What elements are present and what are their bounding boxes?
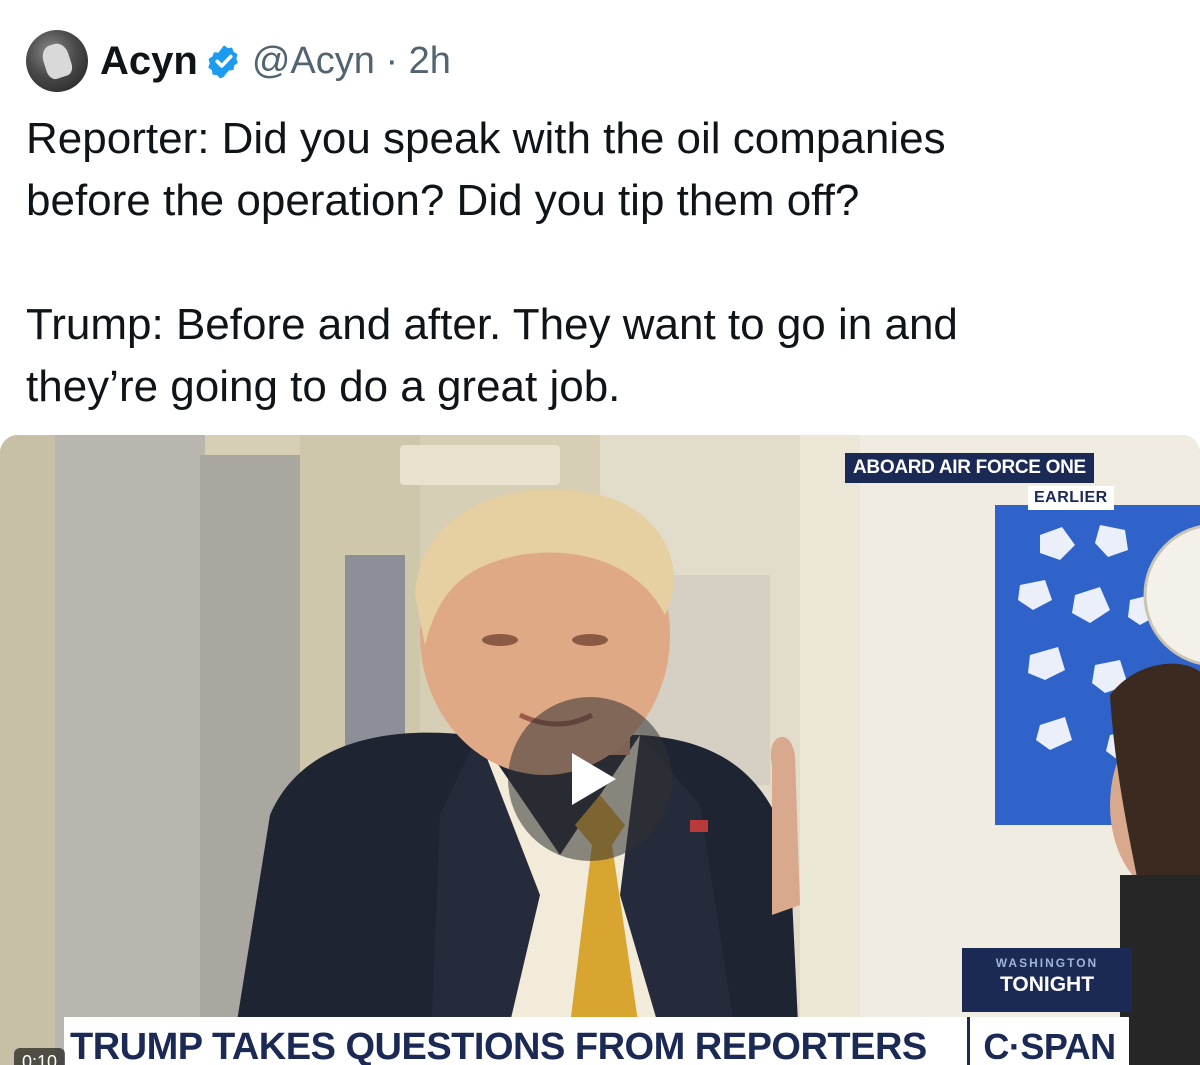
post-time: 2h xyxy=(408,39,451,82)
handle-text: @Acyn xyxy=(251,39,375,82)
show-logo: WASHINGTON TONIGHT xyxy=(962,948,1132,1012)
show-name-small: WASHINGTON xyxy=(995,956,1099,970)
author-name[interactable]: Acyn xyxy=(100,39,198,84)
meta-separator: · xyxy=(385,39,399,82)
news-chyron: TRUMP TAKES QUESTIONS FROM REPORTERS xyxy=(64,1017,973,1065)
time-badge: EARLIER xyxy=(1028,486,1114,510)
tweet-post[interactable]: Acyn @Acyn · 2h Reporter: Did you speak … xyxy=(0,0,1200,1065)
network-logo: C·SPAN xyxy=(967,1017,1129,1065)
tweet-header: Acyn @Acyn · 2h xyxy=(26,30,451,92)
location-badge: ABOARD AIR FORCE ONE xyxy=(845,453,1094,483)
author-handle[interactable]: @Acyn · 2h xyxy=(252,40,451,83)
video-duration: 0:10 xyxy=(14,1048,66,1065)
verified-badge-icon xyxy=(208,45,238,79)
reporter-quote: Reporter: Did you speak with the oil com… xyxy=(26,114,946,225)
trump-quote: Trump: Before and after. They want to go… xyxy=(26,300,958,411)
play-button[interactable] xyxy=(508,697,672,861)
tweet-body: Reporter: Did you speak with the oil com… xyxy=(26,108,1176,418)
play-icon xyxy=(572,753,616,805)
author-avatar[interactable] xyxy=(26,30,88,92)
show-name-big: TONIGHT xyxy=(999,973,1095,996)
